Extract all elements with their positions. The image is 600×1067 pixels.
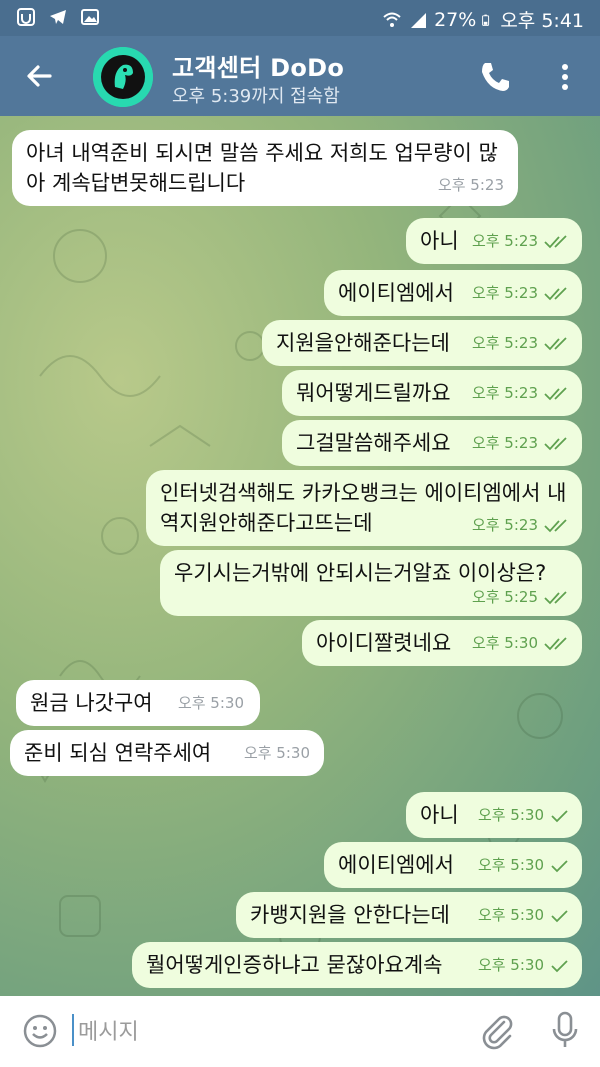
message-text: 지원을안해준다는데 [276,331,450,355]
message-input[interactable]: 메시지 [78,1014,139,1046]
message-bubble[interactable]: 인터넷검색해도 카카오뱅크는 에이티엠에서 내역지원안해준다고뜨는데 오후 5:… [146,470,582,546]
message-bubble[interactable]: 아니 오후 5:23 [406,218,582,264]
message-bubble[interactable]: 뭘어떻게인증하냐고 묻잖아요계속 오후 5:30 [132,942,582,988]
message-text: 아녀 내역준비 되시면 말씀 주세요 저희도 업무량이 많아 계속답변못해드립니… [26,141,498,195]
sent-tick-icon [551,909,568,922]
message-bubble[interactable]: 준비 되심 연락주세여 오후 5:30 [10,730,324,776]
read-ticks-icon [544,518,567,532]
sent-tick-icon [551,959,568,972]
gallery-icon [81,9,99,25]
chat-header: 고객센터 DoDo 오후 5:39까지 접속함 [0,36,600,116]
message-time: 오후 5:23 [472,226,570,256]
read-ticks-icon [544,436,567,450]
message-text: 에이티엠에서 [338,281,454,305]
status-bar: 27% 오후 5:41 [0,0,600,36]
emoji-icon[interactable] [22,1013,58,1049]
message-time: 오후 5:30 [478,950,570,980]
read-ticks-icon [544,590,567,604]
message-bubble[interactable]: 카뱅지원을 안한다는데 오후 5:30 [236,892,582,938]
message-bubble[interactable]: 지원을안해준다는데 오후 5:23 [262,320,582,366]
sent-tick-icon [551,859,568,872]
message-time: 오후 5:30 [243,744,310,762]
phone-icon[interactable] [476,58,514,96]
message-time: 오후 5:23 [472,378,570,408]
message-text: 카뱅지원을 안한다는데 [250,903,450,927]
message-text: 그걸말씀해주세요 [296,431,451,455]
battery-icon [482,14,490,26]
composer-bar: 메시지 [0,996,600,1067]
wifi-icon [383,12,401,27]
more-vertical-icon[interactable] [552,58,578,96]
text-cursor [72,1014,74,1046]
read-ticks-icon [544,636,567,650]
dodo-logo-icon [93,47,153,107]
message-time: 오후 5:30 [478,900,570,930]
app-notification-icon [17,8,35,26]
message-text: 아니 [420,229,459,253]
message-bubble[interactable]: 에이티엠에서 오후 5:30 [324,842,582,888]
back-arrow-icon[interactable] [20,56,60,96]
message-time: 오후 5:30 [472,628,570,658]
message-time: 오후 5:30 [478,800,570,830]
message-time: 오후 5:23 [472,328,570,358]
message-list[interactable]: 아녀 내역준비 되시면 말씀 주세요 저희도 업무량이 많아 계속답변못해드립니… [0,116,600,996]
message-text: 아니 [420,803,459,827]
message-text: 아이디짤렷네요 [316,631,452,655]
message-bubble[interactable]: 원금 나갓구여 오후 5:30 [16,680,260,726]
clock: 오후 5:41 [500,10,584,32]
message-text: 에이티엠에서 [338,853,454,877]
message-bubble[interactable]: 뭐어떻게드릴까요 오후 5:23 [282,370,582,416]
message-text: 준비 되심 연락주세여 [24,741,212,765]
message-time: 오후 5:23 [472,278,570,308]
message-time: 오후 5:25 [472,582,570,612]
message-bubble[interactable]: 아니 오후 5:30 [406,792,582,838]
sent-tick-icon [551,809,568,822]
mic-icon[interactable] [550,1010,580,1050]
read-ticks-icon [544,286,567,300]
message-time: 오후 5:23 [472,428,570,458]
message-time: 오후 5:23 [472,510,570,540]
message-bubble[interactable]: 에이티엠에서 오후 5:23 [324,270,582,316]
message-bubble[interactable]: 아이디짤렷네요 오후 5:30 [302,620,582,666]
message-text: 원금 나갓구여 [30,691,153,715]
message-bubble[interactable]: 아녀 내역준비 되시면 말씀 주세요 저희도 업무량이 많아 계속답변못해드립니… [12,130,518,206]
chat-title[interactable]: 고객센터 DoDo [172,48,344,83]
battery-percent: 27% [434,8,477,31]
message-bubble[interactable]: 그걸말씀해주세요 오후 5:23 [282,420,582,466]
message-time: 오후 5:23 [437,176,504,194]
attach-icon[interactable] [480,1012,514,1050]
avatar[interactable] [93,47,153,107]
message-text: 뭘어떻게인증하냐고 묻잖아요계속 [146,953,443,977]
message-time: 오후 5:30 [177,694,244,712]
telegram-icon [50,10,66,24]
message-text: 뭐어떻게드릴까요 [296,381,451,405]
read-ticks-icon [544,234,567,248]
read-ticks-icon [544,386,567,400]
signal-icon [411,12,427,28]
last-seen: 오후 5:39까지 접속함 [172,86,340,107]
read-ticks-icon [544,336,567,350]
message-bubble[interactable]: 우기시는거밖에 안되시는거알죠 이이상은? 오후 5:25 [160,550,582,616]
message-time: 오후 5:30 [478,850,570,880]
